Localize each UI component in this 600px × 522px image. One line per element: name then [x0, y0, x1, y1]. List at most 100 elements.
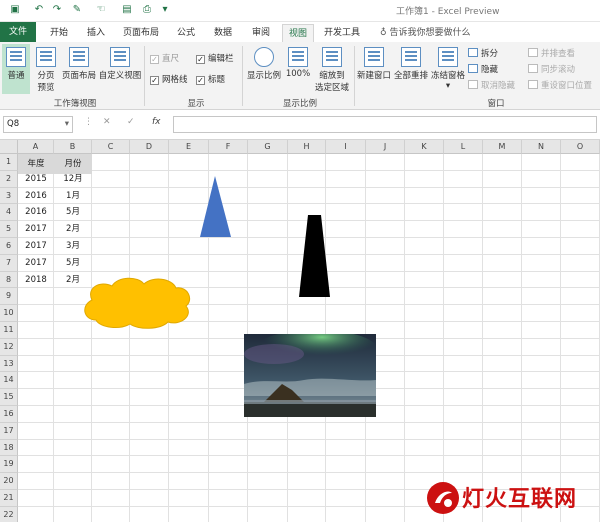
zoom-selection-icon [322, 47, 342, 67]
tab-data[interactable]: 数据 [208, 24, 238, 42]
page-layout-view-button[interactable]: 页面布局 [60, 47, 98, 81]
cancel-icon[interactable]: ✕ [103, 117, 111, 127]
tab-insert[interactable]: 插入 [82, 24, 110, 42]
tab-review[interactable]: 审阅 [246, 24, 276, 42]
tab-formulas[interactable]: 公式 [172, 24, 200, 42]
zoom-button[interactable]: 显示比例 [246, 47, 282, 81]
reset-window-label: 重设窗口位置 [541, 81, 593, 91]
gridlines-checkbox[interactable]: ✓ 网格线 [150, 73, 188, 85]
tab-home[interactable]: 开始 [44, 24, 74, 42]
magnifier-icon [254, 47, 274, 67]
workbook-views-group-label: 工作簿视图 [53, 99, 97, 109]
page-break-label-2: 预览 [37, 83, 55, 93]
zoom-100-label: 100% [285, 69, 311, 79]
side-by-side-button[interactable]: 并排查看 [528, 47, 575, 59]
site-watermark: 灯火互联网 [424, 478, 600, 518]
tab-file[interactable]: 文件 [0, 22, 36, 42]
name-box-value: Q8 [7, 119, 20, 129]
custom-views-button[interactable]: 自定义视图 [98, 47, 142, 81]
window-title: 工作簿1 - Excel Preview [396, 7, 500, 17]
page-layout-icon [69, 47, 89, 67]
side-by-side-label: 并排查看 [541, 49, 576, 59]
touch-icon[interactable]: ☜ [94, 3, 108, 17]
new-window-button[interactable]: 新建窗口 [356, 47, 392, 81]
window-group-label: 窗口 [487, 99, 505, 109]
split-button[interactable]: 拆分 [468, 47, 498, 59]
tell-me-text: 告诉我你想要做什么 [389, 28, 471, 38]
split-label: 拆分 [481, 49, 499, 59]
page-break-icon [36, 47, 56, 67]
unhide-button[interactable]: 取消隐藏 [468, 79, 515, 91]
ruler-label: 直尺 [162, 54, 180, 64]
checkbox-box: ✓ [196, 76, 205, 85]
formula-bar-checkbox[interactable]: ✓ 编辑栏 [196, 52, 234, 64]
name-box[interactable]: Q8 ▾ [3, 116, 73, 133]
headings-checkbox[interactable]: ✓ 标题 [196, 73, 225, 85]
formula-input[interactable] [173, 116, 597, 133]
triangle-shape[interactable] [200, 176, 231, 237]
zoom-100-button[interactable]: 100% [284, 47, 312, 79]
freeze-panes-button[interactable]: 冻结窗格 ▾ [430, 47, 466, 91]
unhide-label: 取消隐藏 [481, 81, 516, 91]
zoom-group-label: 显示比例 [282, 99, 317, 109]
unhide-icon [468, 80, 478, 89]
ruler-checkbox[interactable]: ✓ 直尺 [150, 52, 179, 64]
page-break-preview-button[interactable]: 分页 预览 [32, 47, 60, 93]
worksheet-grid[interactable]: ABCDEFGHIJKLMNO 1 2 3 4 5 6 7 8 9 10 11 12 13 14 15 16 1… [0, 140, 600, 522]
ribbon-separator [354, 46, 355, 106]
custom-views-label: 自定义视图 [98, 71, 142, 81]
sync-scroll-icon [528, 64, 538, 73]
save-icon[interactable]: ▣ [8, 3, 22, 17]
chevron-down-icon: ▾ [445, 81, 451, 91]
print-icon[interactable]: ⎙ [140, 3, 154, 17]
checkbox-box: ✓ [196, 55, 205, 64]
zoom-100-icon [288, 47, 308, 67]
tab-developer[interactable]: 开发工具 [320, 24, 364, 42]
hide-button[interactable]: 隐藏 [468, 63, 498, 75]
tab-page-layout[interactable]: 页面布局 [118, 24, 164, 42]
tab-view[interactable]: 视图 [282, 24, 314, 42]
formula-bar: Q8 ▾ ⋮ ✕ ✓ fx [0, 110, 600, 140]
shapes-layer [84, 176, 330, 329]
reset-window-button[interactable]: 重设窗口位置 [528, 79, 592, 91]
checkbox-box: ✓ [150, 55, 159, 64]
trapezoid-shape[interactable] [299, 215, 330, 297]
zoom-selection-label-1: 缩放到 [319, 71, 345, 81]
sync-scroll-button[interactable]: 同步滚动 [528, 63, 575, 75]
flame-logo-icon [427, 482, 459, 514]
insert-function-icon[interactable]: fx [152, 117, 161, 127]
cloud-shape[interactable] [84, 277, 191, 329]
page-layout-label: 页面布局 [61, 71, 96, 81]
customize-icon[interactable]: ▾ [158, 3, 172, 17]
formula-bar-label: 编辑栏 [208, 54, 234, 64]
normal-view-button[interactable]: 普通 [2, 44, 30, 94]
more-icon: ⋮ [84, 117, 93, 127]
undo-icon[interactable]: ↶ [32, 3, 46, 17]
enter-icon[interactable]: ✓ [127, 117, 135, 127]
normal-view-label: 普通 [7, 71, 25, 81]
reset-window-icon [528, 80, 538, 89]
arrange-all-icon [401, 47, 421, 67]
checkbox-box: ✓ [150, 76, 159, 85]
watermark-text: 灯火互联网 [462, 487, 578, 512]
split-icon [468, 48, 478, 57]
tell-me-box[interactable]: ♁ 告诉我你想要做什么 [380, 25, 470, 38]
redo-icon[interactable]: ↷ [50, 3, 64, 17]
paint-icon[interactable]: ✎ [70, 3, 84, 17]
zoom-selection-label-2: 选定区域 [314, 83, 349, 93]
format-icon[interactable]: ▤ [120, 3, 134, 17]
freeze-panes-label: 冻结窗格 [430, 71, 465, 81]
chevron-down-icon[interactable]: ▾ [65, 117, 69, 132]
arrange-all-label: 全部重排 [393, 71, 428, 81]
headings-label: 标题 [208, 75, 226, 85]
sync-scroll-label: 同步滚动 [541, 65, 576, 75]
page-break-label-1: 分页 [37, 71, 55, 81]
aurora-landscape-image[interactable] [244, 334, 376, 417]
normal-view-icon [6, 47, 26, 67]
show-group-label: 显示 [187, 99, 205, 109]
zoom-label: 显示比例 [246, 71, 281, 81]
ribbon-separator [144, 46, 145, 106]
lightbulb-icon: ♁ [380, 28, 387, 38]
arrange-all-button[interactable]: 全部重排 [393, 47, 429, 81]
zoom-to-selection-button[interactable]: 缩放到 选定区域 [312, 47, 352, 93]
